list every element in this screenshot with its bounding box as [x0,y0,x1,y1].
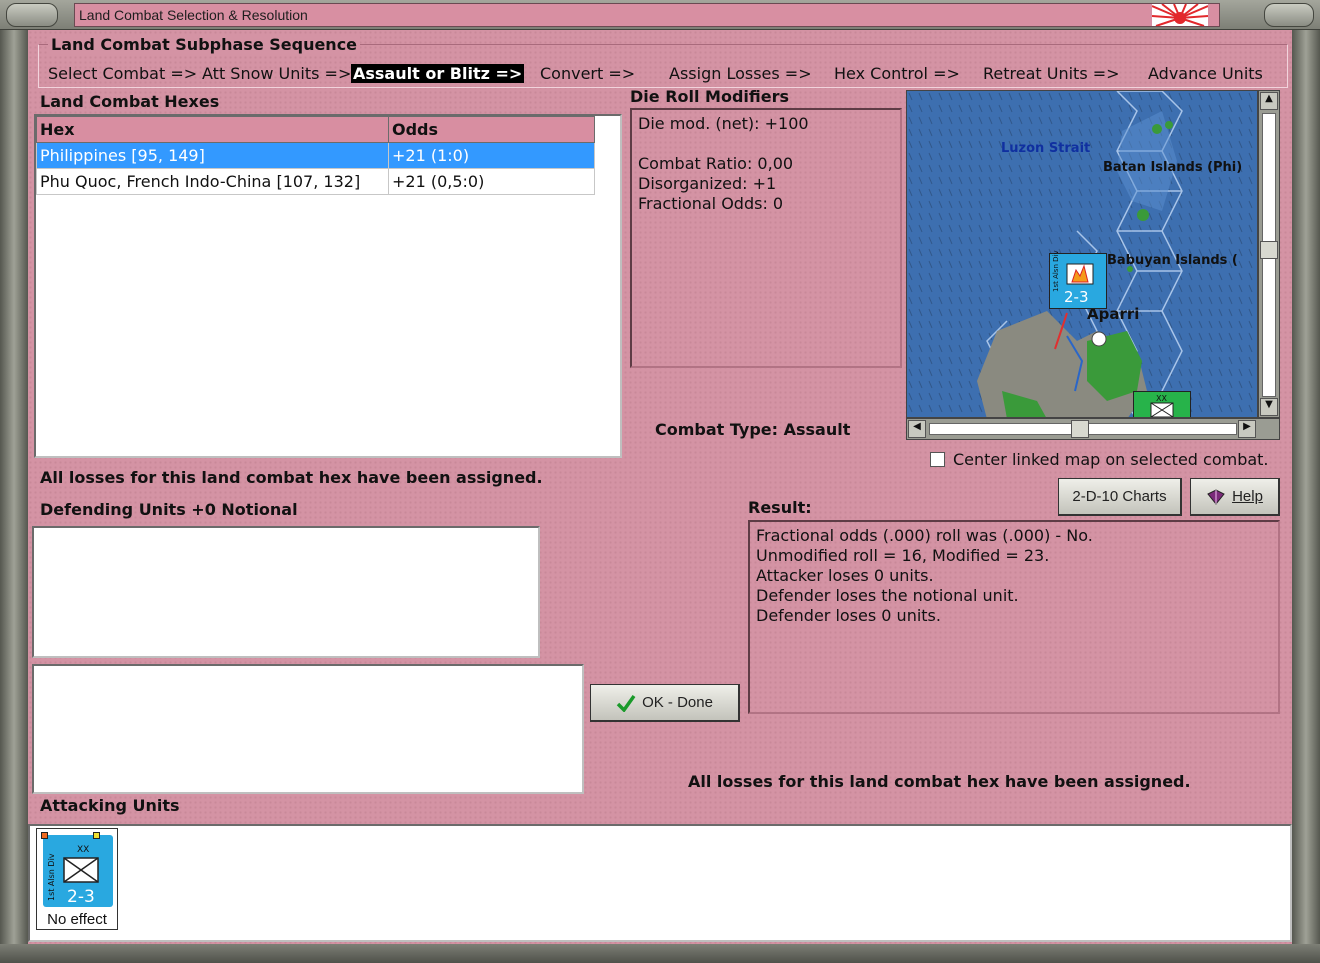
map-unit-strength: 2-3 [1064,288,1089,306]
unit-chip: XX 2-3 1st Alsn Div [41,832,113,907]
ok-done-label: OK - Done [642,694,713,711]
checkmark-icon [616,694,636,712]
system-menu-button[interactable] [6,3,58,27]
attacking-units-title: Attacking Units [40,796,180,815]
rising-sun-flag-icon [1152,4,1208,26]
odds-cell: +21 (0,5:0) [388,168,595,195]
die-mod-line: Die mod. (net): +100 [638,114,809,133]
close-button[interactable] [1264,3,1314,27]
help-book-icon [1207,488,1225,505]
result-title: Result: [748,498,812,517]
result-line: Unmodified roll = 16, Modified = 23. [756,546,1050,565]
combat-hexes-title: Land Combat Hexes [40,92,220,111]
bottom-frame-rail [0,944,1320,963]
unit-strength: 2-3 [67,887,95,907]
die-mod-line: Combat Ratio: 0,00 [638,154,794,173]
defending-units-detail[interactable] [32,664,584,794]
left-frame-rail [0,30,28,950]
scroll-up-arrow-icon[interactable]: ▲ [1260,92,1278,110]
die-mod-line: Fractional Odds: 0 [638,194,784,213]
attacking-unit-card[interactable]: XX 2-3 1st Alsn Div No effect [36,828,118,930]
infantry-symbol-icon [63,857,99,883]
map-unit-counter-2[interactable]: XX [1133,391,1191,417]
vertical-scroll-thumb[interactable] [1260,241,1278,259]
map-horizontal-scrollbar[interactable]: ◀ ▶ [906,418,1280,440]
seq-step-hex-control: Hex Control => [834,64,960,83]
right-frame-rail [1292,30,1320,950]
help-button-label: Help [1232,488,1263,505]
seq-step-advance-units: Advance Units [1148,64,1263,83]
combat-hexes-table: Hex Odds Philippines [95, 149] +21 (1:0)… [36,116,595,195]
window-title: Land Combat Selection & Resolution [74,3,1220,27]
charts-button[interactable]: 2-D-10 Charts [1058,478,1182,516]
die-mod-line: Disorganized: +1 [638,174,777,193]
losses-assigned-message-right: All losses for this land combat hex have… [688,772,1191,791]
title-bar[interactable]: Land Combat Selection & Resolution [0,0,1320,30]
center-map-checkbox[interactable] [930,452,945,467]
result-line: Defender loses 0 units. [756,606,941,625]
unit-status: No effect [47,911,107,928]
die-roll-modifiers-panel: Die mod. (net): +100 Combat Ratio: 0,00 … [630,108,902,368]
unit-fire-icon [1066,263,1094,285]
scroll-right-arrow-icon[interactable]: ▶ [1238,420,1256,438]
result-panel: Fractional odds (.000) roll was (.000) -… [748,520,1280,714]
map-vertical-scrollbar[interactable]: ▲ ▼ [1258,90,1280,418]
infantry-symbol-icon [1150,402,1174,417]
seq-step-select-combat: Select Combat => [48,64,198,83]
help-button[interactable]: Help [1190,478,1280,516]
map-unit-side-label: 1st Alsn Div [1052,250,1060,292]
unit-corner-marker-icon [41,832,48,839]
dialog-content: Land Combat Subphase Sequence Select Com… [28,30,1292,944]
hex-cell: Philippines [95, 149] [36,142,389,169]
seq-step-convert: Convert => [540,64,636,83]
table-row[interactable]: Phu Quoc, French Indo-China [107, 132] +… [36,168,595,195]
defending-units-title: Defending Units +0 Notional [40,500,298,519]
center-map-label[interactable]: Center linked map on selected combat. [953,450,1269,469]
ok-done-button[interactable]: OK - Done [590,684,740,722]
result-line: Fractional odds (.000) roll was (.000) -… [756,526,1093,545]
result-line: Defender loses the notional unit. [756,586,1019,605]
column-header-hex[interactable]: Hex [36,116,389,143]
attacking-units-list[interactable]: XX 2-3 1st Alsn Div No effect [28,824,1292,942]
combat-type-label: Combat Type: Assault [655,420,851,439]
unit-size-marker: XX [77,845,90,855]
sequence-title: Land Combat Subphase Sequence [48,35,361,54]
die-roll-modifiers-title: Die Roll Modifiers [630,87,790,106]
combat-hexes-list[interactable]: Hex Odds Philippines [95, 149] +21 (1:0)… [34,114,622,458]
horizontal-scroll-thumb[interactable] [1071,420,1089,438]
die-mod-line [638,134,894,154]
result-line: Attacker loses 0 units. [756,566,934,585]
scroll-down-arrow-icon[interactable]: ▼ [1260,398,1278,416]
unit-corner-marker-icon [93,832,100,839]
defending-units-list[interactable] [32,526,540,658]
seq-step-att-snow-units: Att Snow Units => [202,64,352,83]
seq-step-assign-losses: Assign Losses => [669,64,812,83]
map-label-luzon-strait: Luzon Strait [1001,141,1091,156]
map-unit-counter[interactable]: 2-3 1st Alsn Div [1049,250,1107,309]
map-label-babuyan-islands: Babuyan Islands ( [1107,253,1238,268]
losses-assigned-message: All losses for this land combat hex have… [40,468,543,487]
linked-map[interactable]: Luzon Strait Batan Islands (Phi) Babuyan… [906,90,1258,418]
hex-cell: Phu Quoc, French Indo-China [107, 132] [36,168,389,195]
map-label-batan-islands: Batan Islands (Phi) [1103,160,1243,175]
seq-step-assault-or-blitz: Assault or Blitz => [351,64,525,83]
seq-step-retreat-units: Retreat Units => [983,64,1120,83]
table-row[interactable]: Philippines [95, 149] +21 (1:0) [36,142,595,169]
scroll-left-arrow-icon[interactable]: ◀ [908,420,926,438]
unit-side-label: 1st Alsn Div [47,853,56,901]
column-header-odds[interactable]: Odds [388,116,595,143]
odds-cell: +21 (1:0) [388,142,595,169]
